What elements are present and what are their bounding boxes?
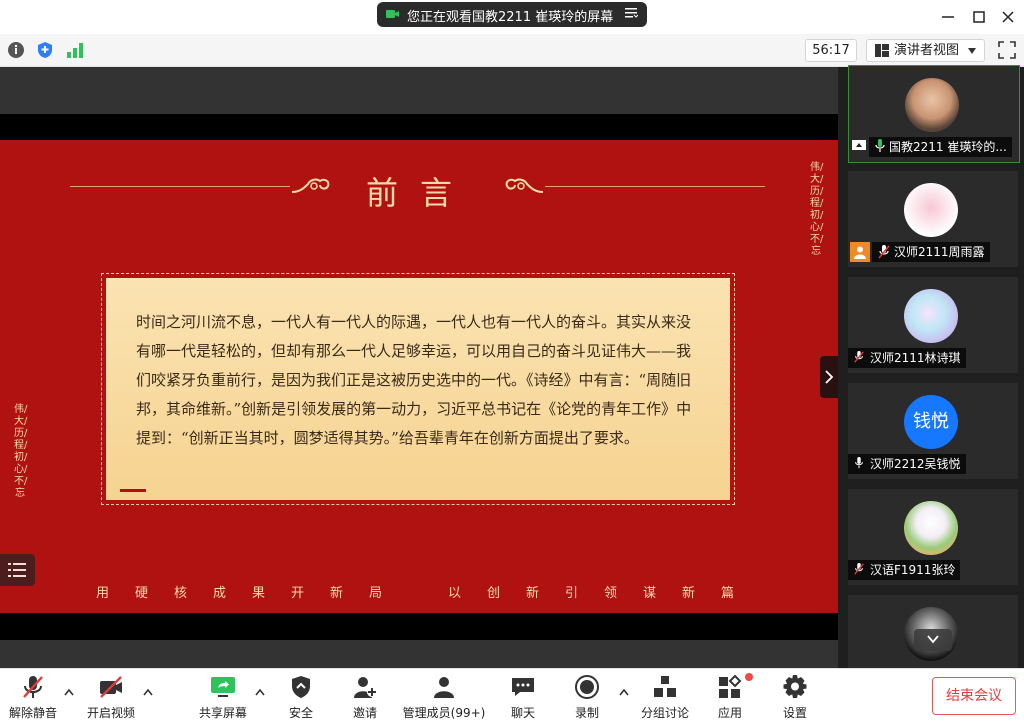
chevron-up-icon[interactable] <box>143 688 153 696</box>
vertical-text-right: 伟/大/历/程/初/心/不/忘 <box>810 162 824 257</box>
screen-share-banner[interactable]: 您正在观看国教2211 崔瑛玲的屏幕 <box>377 2 647 27</box>
annotation-menu-button[interactable] <box>0 554 35 586</box>
add-user-icon <box>354 677 377 698</box>
manage-members-button[interactable]: 管理成员(99+) <box>402 672 486 720</box>
members-icon <box>434 677 454 698</box>
avatar <box>904 501 958 555</box>
chevron-up-icon[interactable] <box>619 688 629 696</box>
preface-card-inner: 时间之河川流不息，一代人有一代人的际遇，一代人也有一代人的奋斗。其实从来没有哪一… <box>106 278 730 500</box>
preface-text: 时间之河川流不息，一代人有一代人的际遇，一代人也有一代人的奋斗。其实从来没有哪一… <box>136 313 692 447</box>
record-icon <box>575 675 599 699</box>
notification-dot <box>745 673 753 681</box>
mic-muted-icon <box>854 563 864 575</box>
slogan-left: 用硬核成果开新局 <box>96 586 409 601</box>
participant-tile[interactable] <box>848 595 1018 668</box>
chevron-down-icon <box>927 635 939 644</box>
invite-button[interactable]: 邀请 <box>345 672 385 720</box>
maximize-icon[interactable] <box>970 8 988 26</box>
letterbox-top <box>0 114 838 140</box>
mic-icon <box>875 139 885 152</box>
participant-name: 国教2211 崔瑛玲的... <box>869 137 1012 157</box>
gear-icon <box>783 675 807 698</box>
chat-icon <box>512 678 534 696</box>
shield-icon[interactable] <box>36 41 54 59</box>
layout-icon <box>875 44 889 57</box>
settings-button[interactable]: 设置 <box>775 672 815 720</box>
apps-button[interactable]: 应用 <box>710 672 750 720</box>
minimize-icon[interactable] <box>939 8 957 26</box>
participant-tile[interactable]: 钱悦 汉师2212吴钱悦 <box>848 383 1018 479</box>
avatar <box>904 289 958 343</box>
video-off-icon <box>100 676 122 698</box>
chat-label: 聊天 <box>510 706 535 720</box>
settings-label: 设置 <box>782 706 807 720</box>
participant-tile[interactable]: 汉语F1911张玲 <box>848 489 1018 585</box>
camera-icon <box>386 10 399 18</box>
participant-tile[interactable]: 汉师2111周雨露 <box>848 171 1018 267</box>
avatar <box>905 78 959 132</box>
security-label: 安全 <box>288 706 313 720</box>
chevron-down-icon <box>968 48 976 54</box>
shield-icon <box>292 676 310 698</box>
breakout-rooms-label: 分组讨论 <box>640 706 689 720</box>
signal-icon[interactable] <box>66 42 84 58</box>
share-screen-icon <box>211 677 235 697</box>
participant-tile[interactable]: 国教2211 崔瑛玲的... <box>848 65 1020 163</box>
share-banner-text: 您正在观看国教2211 崔瑛玲的屏幕 <box>407 10 614 25</box>
view-mode-label: 演讲者视图 <box>894 43 960 58</box>
scroll-down-button[interactable] <box>914 629 952 651</box>
collapse-panel-button[interactable] <box>820 356 838 398</box>
meeting-timer: 56:17 <box>805 39 857 62</box>
start-video-label: 开启视频 <box>86 706 135 720</box>
mic-icon <box>855 457 863 469</box>
breakout-icon <box>654 676 676 697</box>
menu-icon[interactable] <box>624 6 638 20</box>
unmute-button[interactable]: 解除静音 <box>4 672 62 720</box>
participant-tile[interactable]: 汉师2111林诗琪 <box>848 277 1018 373</box>
title-line-right <box>545 186 765 187</box>
start-video-button[interactable]: 开启视频 <box>82 672 140 720</box>
unmute-label: 解除静音 <box>8 706 57 720</box>
breakout-rooms-button[interactable]: 分组讨论 <box>638 672 692 720</box>
avatar-initials: 钱悦 <box>904 395 958 449</box>
chat-button[interactable]: 聊天 <box>503 672 543 720</box>
letterbox-bottom <box>0 613 838 640</box>
invite-label: 邀请 <box>352 706 377 720</box>
preface-card: 时间之河川流不息，一代人有一代人的际遇，一代人也有一代人的奋斗。其实从来没有哪一… <box>101 273 735 505</box>
share-screen-button[interactable]: 共享屏幕 <box>196 672 250 720</box>
close-icon[interactable] <box>999 8 1017 26</box>
share-screen-label: 共享屏幕 <box>198 706 247 720</box>
mic-muted-icon <box>23 676 43 698</box>
view-mode-dropdown[interactable]: 演讲者视图 <box>866 39 985 62</box>
manage-members-label: 管理成员(99+) <box>402 706 486 720</box>
vertical-text-left: 伟/大/历/程/初/心/不/忘 <box>14 404 28 499</box>
cloud-ornament-icon <box>291 178 330 193</box>
mic-muted-icon <box>854 351 864 363</box>
user-icon <box>850 242 870 262</box>
end-meeting-button[interactable]: 结束会议 <box>932 677 1016 715</box>
title-line-left <box>70 186 290 187</box>
apps-icon <box>719 674 742 698</box>
record-button[interactable]: 录制 <box>567 672 607 720</box>
record-label: 录制 <box>574 706 599 720</box>
screen-share-icon <box>852 140 866 150</box>
participant-name: 汉师2111林诗琪 <box>848 348 966 368</box>
chevron-up-icon[interactable] <box>64 688 74 696</box>
fullscreen-icon[interactable] <box>997 40 1017 60</box>
chevron-up-icon[interactable] <box>255 688 265 696</box>
participant-name: 汉师2212吴钱悦 <box>848 454 966 474</box>
security-button[interactable]: 安全 <box>280 672 322 720</box>
slogan-right: 以创新引领谋新篇 <box>448 586 761 601</box>
chevron-right-icon <box>825 370 834 384</box>
info-icon[interactable] <box>7 41 25 59</box>
avatar <box>904 183 958 237</box>
apps-label: 应用 <box>717 706 742 720</box>
slide-title: 前言 <box>365 174 474 212</box>
list-icon <box>8 563 26 577</box>
mic-muted-icon <box>878 245 890 259</box>
cloud-ornament-icon <box>505 178 544 193</box>
card-accent-bar <box>120 489 146 492</box>
